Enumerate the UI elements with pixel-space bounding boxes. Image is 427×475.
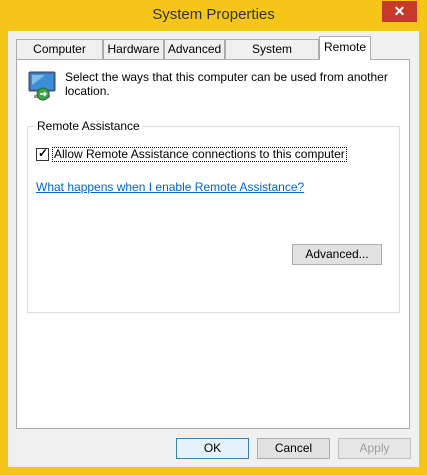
tab-remote[interactable]: Remote: [319, 36, 371, 60]
close-button[interactable]: ✕: [382, 1, 417, 22]
close-icon: ✕: [393, 3, 406, 19]
tab-computer-name[interactable]: Computer Name: [16, 39, 103, 75]
allow-remote-assistance-label[interactable]: Allow Remote Assistance connections to t…: [52, 147, 347, 162]
system-properties-window: System Properties ✕ Computer Name Hardwa…: [0, 0, 427, 475]
allow-remote-assistance-checkbox[interactable]: ✓: [36, 146, 49, 161]
remote-description: Select the ways that this computer can b…: [65, 70, 388, 98]
window-title: System Properties: [152, 6, 275, 23]
tab-system-protection[interactable]: System Protection: [225, 39, 319, 75]
title-bar[interactable]: System Properties ✕: [0, 0, 427, 31]
check-icon: ✓: [38, 146, 49, 160]
remote-tab-panel: Select the ways that this computer can b…: [16, 59, 410, 429]
group-title: Remote Assistance: [35, 119, 142, 133]
dialog-client-area: Computer Name Hardware Advanced System P…: [8, 31, 419, 467]
remote-computer-icon: [28, 71, 56, 101]
tab-hardware[interactable]: Hardware: [103, 39, 164, 59]
tab-advanced[interactable]: Advanced: [164, 39, 225, 59]
apply-button[interactable]: Apply: [338, 438, 411, 459]
remote-assistance-group: Remote Assistance ✓ Allow Remote Assista…: [27, 119, 400, 313]
ok-button[interactable]: OK: [176, 438, 249, 459]
remote-assistance-help-link[interactable]: What happens when I enable Remote Assist…: [36, 180, 304, 194]
cancel-button[interactable]: Cancel: [257, 438, 330, 459]
advanced-button[interactable]: Advanced...: [292, 244, 382, 265]
